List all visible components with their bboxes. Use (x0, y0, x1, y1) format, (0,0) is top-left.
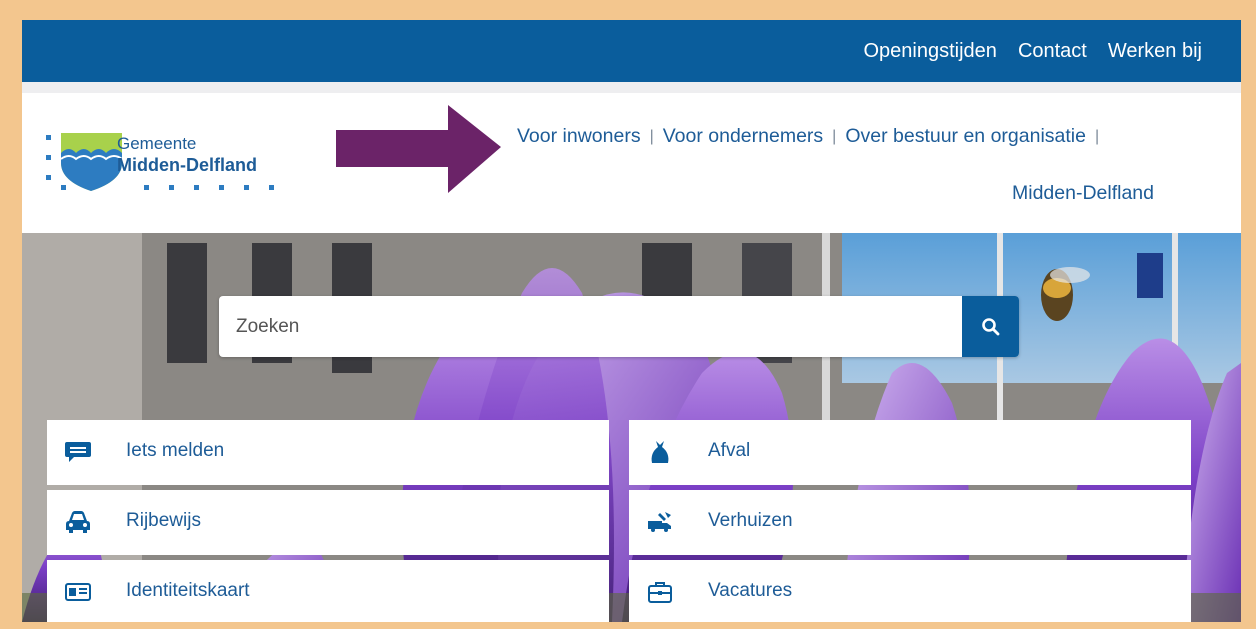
briefcase-icon (648, 582, 672, 603)
nav-voor-inwoners[interactable]: Voor inwoners (517, 125, 641, 148)
id-card-icon (65, 583, 91, 601)
search-button[interactable] (962, 296, 1019, 357)
tile-label: Vacatures (708, 580, 793, 601)
tile-label: Rijbewijs (126, 510, 201, 531)
hero-section: Iets melden Afval Rijbewijs (22, 233, 1241, 622)
link-werken-bij[interactable]: Werken bij (1108, 40, 1202, 63)
garbage-bag-icon (651, 441, 669, 463)
tile-label: Iets melden (126, 440, 225, 461)
tile-rijbewijs[interactable]: Rijbewijs (47, 490, 609, 555)
nav-over-bestuur[interactable]: Over bestuur en organisatie (845, 125, 1086, 148)
logo[interactable]: Gemeente Midden-Delfland (22, 93, 292, 233)
search-icon (981, 317, 999, 335)
search-bar (219, 296, 1019, 357)
tile-iets-melden[interactable]: Iets melden (47, 420, 609, 485)
logo-text-name: Midden-Delfland (117, 155, 257, 175)
tile-afval[interactable]: Afval (629, 420, 1191, 485)
tile-label: Identiteitskaart (126, 580, 250, 601)
tile-label: Verhuizen (708, 510, 793, 531)
top-utility-bar: Openingstijden Contact Werken bij (22, 20, 1241, 82)
car-icon (66, 511, 90, 533)
tile-verhuizen[interactable]: Verhuizen (629, 490, 1191, 555)
nav-separator: | (1094, 127, 1100, 145)
tile-vacatures[interactable]: Vacatures (629, 560, 1191, 622)
page-frame: Openingstijden Contact Werken bij Gemeen… (22, 20, 1241, 622)
site-header: Gemeente Midden-Delfland Voor inwoners |… (22, 93, 1241, 233)
moving-truck-icon (648, 512, 671, 532)
nav-separator: | (832, 127, 837, 145)
logo-text-gemeente: Gemeente (117, 134, 197, 153)
nav-voor-ondernemers[interactable]: Voor ondernemers (663, 125, 823, 148)
link-contact[interactable]: Contact (1018, 40, 1087, 63)
link-openingstijden[interactable]: Openingstijden (864, 40, 997, 63)
tile-label: Afval (708, 440, 751, 461)
nav-separator: | (649, 127, 654, 145)
nav-midden-delfland[interactable]: Midden-Delfland (1012, 182, 1154, 205)
header-divider (22, 82, 1241, 93)
annotation-arrow-icon (336, 105, 501, 193)
tile-identiteitskaart[interactable]: Identiteitskaart (47, 560, 609, 622)
main-navigation: Voor inwoners | Voor ondernemers | Over … (517, 125, 1217, 148)
search-input[interactable] (219, 296, 962, 357)
chat-bubble-icon (65, 442, 91, 462)
